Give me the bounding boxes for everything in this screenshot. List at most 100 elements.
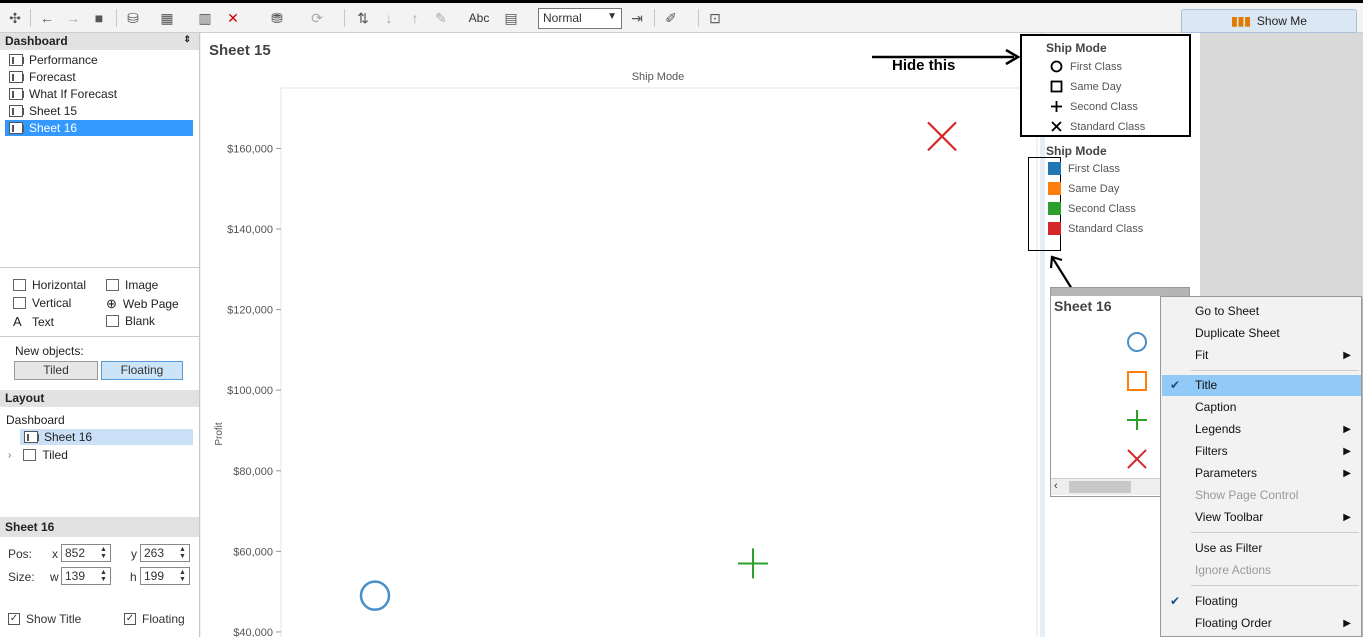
stepper-icon[interactable]: ▲ ▼ (98, 546, 109, 560)
legend-item-label: Second Class (1068, 202, 1136, 215)
sheet-item-label: Sheet 16 (29, 121, 78, 135)
drag-handle[interactable] (1051, 288, 1189, 296)
color-legend-item[interactable]: First Class (1048, 162, 1120, 175)
sheet-16-title[interactable]: Sheet 16 (1054, 298, 1112, 314)
new-worksheet-icon[interactable]: ▦ (156, 8, 178, 28)
square-mark[interactable] (1125, 369, 1149, 393)
color-legend-item[interactable]: Standard Class (1048, 222, 1143, 235)
x-position-value: 852 (65, 546, 86, 560)
refresh-icon[interactable]: ⟳ (306, 8, 328, 28)
fix-axes-icon[interactable]: ⇥ (626, 8, 648, 28)
menu-item-view-toolbar[interactable]: View Toolbar ▶ (1162, 507, 1361, 528)
object-blank[interactable]: Blank (106, 314, 155, 328)
left-panel: Dashboard ⇕ Performance Forecast What If… (0, 33, 200, 637)
floating-checkbox[interactable]: ✓ (124, 613, 136, 625)
horizontal-container-icon (13, 279, 26, 291)
stepper-icon[interactable]: ▲ ▼ (98, 569, 109, 583)
layout-tree-tiled[interactable]: › Tiled (4, 447, 184, 463)
fit-icon[interactable]: ▤ (500, 8, 522, 28)
swap-rows-columns-icon[interactable]: ⇅ (352, 8, 374, 28)
submenu-arrow-icon: ▶ (1343, 350, 1351, 361)
shape-legend-item[interactable]: Standard Class (1050, 120, 1145, 133)
scatter-point-plus[interactable] (738, 548, 768, 579)
sheet-15-title[interactable]: Sheet 15 (209, 42, 271, 59)
scatter-point-cross[interactable] (927, 121, 957, 152)
floating-button[interactable]: Floating (101, 361, 183, 380)
menu-item-use-as-filter[interactable]: Use as Filter (1162, 538, 1361, 559)
menu-item-label: Show Page Control (1195, 488, 1299, 502)
color-legend-item[interactable]: Second Class (1048, 202, 1136, 215)
sheet-item-what-if-forecast[interactable]: What If Forecast (5, 86, 193, 102)
new-datasource-icon[interactable]: ⛁ (122, 8, 144, 28)
sheet-item-performance[interactable]: Performance (5, 52, 193, 68)
redo-icon[interactable]: → (62, 8, 84, 28)
toolbar-separator (698, 9, 699, 27)
menu-item-go-to-sheet[interactable]: Go to Sheet (1162, 301, 1361, 322)
show-me-button[interactable]: ▮▮▮ Show Me (1181, 9, 1357, 33)
circle-mark[interactable] (1125, 330, 1149, 354)
show-labels-button[interactable]: Abc (466, 8, 492, 28)
y-tick-label: $80,000 (233, 466, 273, 478)
menu-item-filters[interactable]: Filters ▶ (1162, 441, 1361, 462)
undo-icon[interactable]: ← (36, 8, 58, 28)
shape-legend-item[interactable]: First Class (1050, 60, 1122, 73)
stepper-icon[interactable]: ▲ ▼ (177, 546, 188, 560)
sheet-item-sheet-16[interactable]: Sheet 16 (5, 120, 193, 136)
worksheet-icon (24, 431, 39, 443)
duplicate-sheet-icon[interactable]: ▥ (194, 8, 216, 28)
object-image[interactable]: Image (106, 278, 158, 292)
menu-item-fit[interactable]: Fit ▶ (1162, 345, 1361, 366)
fit-dropdown[interactable]: Normal ▼ (538, 8, 622, 29)
height-input[interactable]: 199 ▲ ▼ (140, 567, 190, 585)
sheet-item-forecast[interactable]: Forecast (5, 69, 193, 85)
object-text[interactable]: A Text (13, 314, 54, 329)
sort-ascending-icon[interactable]: ↓ (378, 8, 400, 28)
vertical-container-icon (13, 297, 26, 309)
pen-icon[interactable]: ✐ (660, 8, 682, 28)
menu-item-title[interactable]: ✔ Title (1162, 375, 1361, 396)
scroll-left-icon[interactable]: ‹ (1054, 480, 1058, 492)
layout-tree-root[interactable]: Dashboard (6, 413, 65, 427)
shape-legend-item[interactable]: Same Day (1050, 80, 1121, 93)
datasource-pause-icon[interactable]: ⛃ (266, 8, 288, 28)
object-vertical[interactable]: Vertical (13, 296, 71, 310)
tiled-button[interactable]: Tiled (14, 361, 98, 380)
color-legend-item[interactable]: Same Day (1048, 182, 1119, 195)
color-swatch (1048, 162, 1061, 175)
chevron-right-icon[interactable]: › (8, 450, 11, 461)
menu-item-legends[interactable]: Legends ▶ (1162, 419, 1361, 440)
plus-mark[interactable] (1125, 408, 1149, 432)
scatter-chart[interactable]: Ship Mode $40,000$60,000$80,000$100,000$… (201, 60, 1041, 637)
tableau-logo-icon[interactable]: ✣ (4, 8, 26, 28)
sheet-item-sheet-15[interactable]: Sheet 15 (5, 103, 193, 119)
presentation-mode-icon[interactable]: ⊡ (704, 8, 726, 28)
highlight-icon[interactable]: ✎ (430, 8, 452, 28)
object-web-page[interactable]: ⊕ Web Page (106, 296, 179, 312)
sheet-item-label: Performance (29, 53, 98, 67)
scrollbar-thumb[interactable] (1069, 481, 1131, 493)
menu-item-duplicate-sheet[interactable]: Duplicate Sheet (1162, 323, 1361, 344)
layout-tree-sheet-16[interactable]: Sheet 16 (20, 429, 193, 445)
save-icon[interactable]: ■ (88, 8, 110, 28)
shape-legend-item[interactable]: Second Class (1050, 100, 1138, 113)
object-horizontal[interactable]: Horizontal (13, 278, 86, 292)
clear-sheet-icon[interactable]: ✕ (222, 8, 244, 28)
cross-mark[interactable] (1125, 447, 1149, 471)
show-title-checkbox[interactable]: ✓ (8, 613, 20, 625)
stepper-icon[interactable]: ▲ ▼ (177, 569, 188, 583)
check-icon: ✔ (1170, 378, 1181, 392)
x-position-input[interactable]: 852 ▲ ▼ (61, 544, 111, 562)
menu-item-floating-order[interactable]: Floating Order ▶ (1162, 613, 1361, 634)
menu-item-parameters[interactable]: Parameters ▶ (1162, 463, 1361, 484)
scatter-point-circle[interactable] (359, 580, 391, 611)
menu-item-caption[interactable]: Caption (1162, 397, 1361, 418)
sort-icon[interactable]: ⇕ (183, 34, 191, 45)
shape-legend[interactable]: Ship Mode First Class Same Day Second Cl… (1020, 34, 1191, 137)
menu-item-floating[interactable]: ✔ Floating (1162, 591, 1361, 612)
color-swatch (1048, 182, 1061, 195)
width-input[interactable]: 139 ▲ ▼ (61, 567, 111, 585)
size-label: Size: (8, 570, 35, 584)
sort-descending-icon[interactable]: ↑ (404, 8, 426, 28)
menu-separator (1191, 532, 1359, 533)
y-position-input[interactable]: 263 ▲ ▼ (140, 544, 190, 562)
